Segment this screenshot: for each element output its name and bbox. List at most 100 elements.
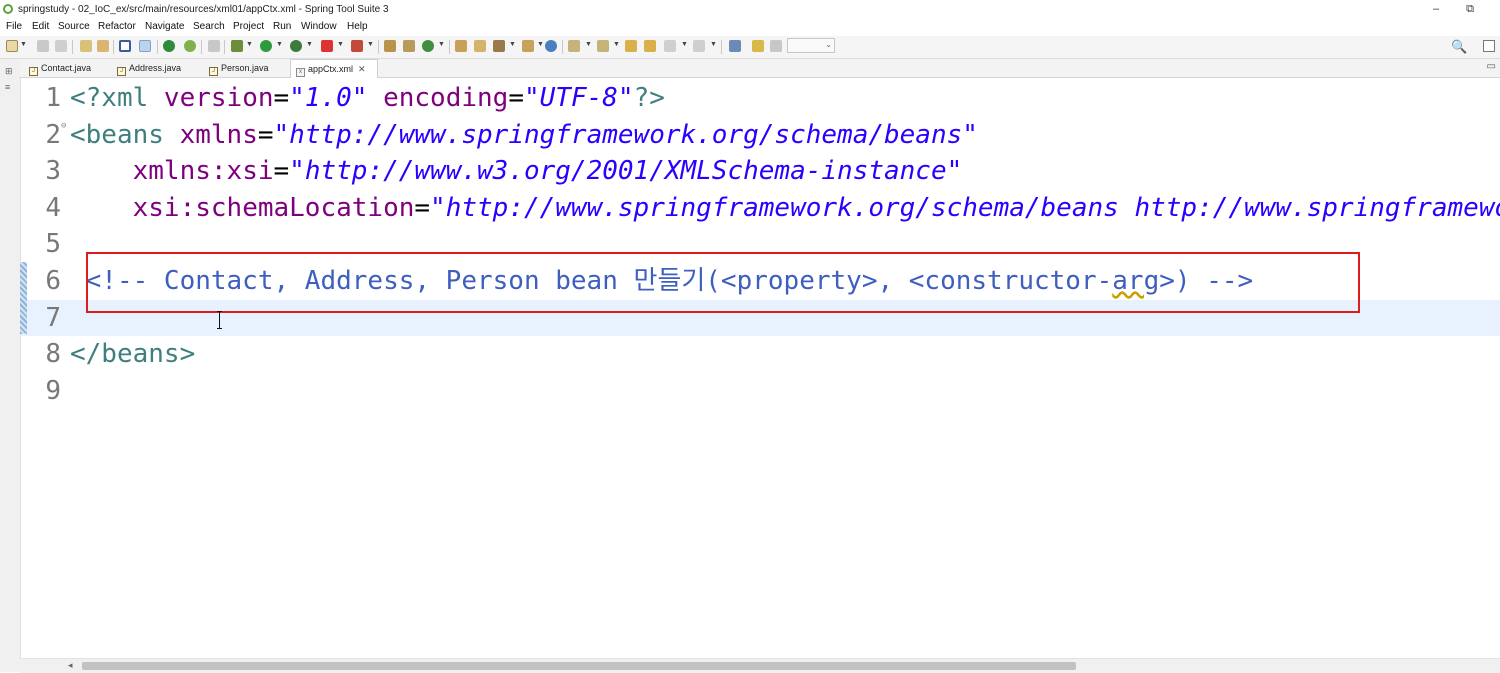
search-tool-icon[interactable] [493, 40, 505, 52]
chevron-down-icon[interactable]: ▼ [438, 41, 445, 48]
line-code: xmlns:xsi="http://www.w3.org/2001/XMLSch… [70, 153, 963, 189]
new-icon[interactable] [6, 40, 18, 52]
scroll-left-icon[interactable]: ◂ [68, 660, 73, 671]
java-file-icon: J [117, 67, 126, 76]
toolbar-separator [72, 40, 73, 54]
code-token: "http://www.w3.org/2001/XMLSchema-instan… [289, 156, 963, 186]
pin-icon[interactable] [752, 40, 764, 52]
new-class-icon[interactable] [422, 40, 434, 52]
menu-navigate[interactable]: Navigate [145, 21, 184, 32]
prev-annotation-icon[interactable] [597, 40, 609, 52]
last-edit-location-icon[interactable] [625, 40, 637, 52]
xml-editor[interactable]: 1 <?xml version="1.0" encoding="UTF-8"?> 2… [21, 78, 1500, 658]
title-bar: springstudy - 02_IoC_ex/src/main/resourc… [0, 0, 1500, 19]
code-line[interactable]: 4 xsi:schemaLocation="http://www.springf… [21, 190, 1500, 226]
chevron-down-icon[interactable]: ▼ [20, 41, 27, 48]
red-highlight-annotation [86, 252, 1360, 313]
close-icon[interactable]: ✕ [358, 60, 366, 78]
code-line[interactable]: 2 ⊖ <beans xmlns="http://www.springframewo… [21, 117, 1500, 153]
globe-icon[interactable] [545, 40, 557, 52]
view-menu-icon[interactable]: ▭ [1487, 61, 1496, 72]
run-icon[interactable] [260, 40, 272, 52]
open-type-icon[interactable] [455, 40, 467, 52]
chevron-down-icon[interactable]: ▼ [681, 41, 688, 48]
properties-icon[interactable] [97, 40, 109, 52]
code-token: xmlns:xsi [132, 156, 274, 186]
code-line[interactable]: 3 xmlns:xsi="http://www.w3.org/2001/XMLS… [21, 153, 1500, 189]
chevron-down-icon[interactable]: ▼ [367, 41, 374, 48]
menu-source[interactable]: Source [58, 21, 90, 32]
forward-icon[interactable] [693, 40, 705, 52]
line-code: <beans xmlns="http://www.springframework… [70, 117, 978, 153]
restore-button[interactable]: ⧉ [1452, 0, 1488, 19]
chevron-down-icon[interactable]: ▼ [306, 41, 313, 48]
chevron-down-icon[interactable]: ▼ [585, 41, 592, 48]
toggle-breadcrumb-icon[interactable] [119, 40, 131, 52]
menu-window[interactable]: Window [301, 21, 337, 32]
menu-project[interactable]: Project [233, 21, 264, 32]
open-task-icon[interactable] [474, 40, 486, 52]
line-number: 1 [45, 83, 61, 113]
code-line[interactable]: 1 <?xml version="1.0" encoding="UTF-8"?> [21, 80, 1500, 116]
last-edit-icon[interactable] [208, 40, 220, 52]
main-toolbar: ▼ ▼ ▼ ▼ ▼ ▼ ▼ ▼ ▼ ▼ ▼ ▼ ▼ ⌄ 🔍 [0, 36, 1500, 59]
save-icon[interactable] [37, 40, 49, 52]
perspective-icon[interactable] [1483, 40, 1495, 52]
chevron-down-icon[interactable]: ▼ [509, 41, 516, 48]
grid-icon[interactable] [770, 40, 782, 52]
forward-edit-icon[interactable] [644, 40, 656, 52]
line-number: 6 [45, 266, 61, 296]
outline-icon[interactable]: ≡ [5, 83, 14, 92]
new-java-project-icon[interactable] [384, 40, 396, 52]
external-tools-icon[interactable] [351, 40, 363, 52]
search-icon[interactable]: 🔍 [1451, 39, 1467, 55]
code-token: = [508, 83, 524, 113]
tab-label: appCtx.xml [308, 64, 354, 74]
toolbar-separator [224, 40, 225, 54]
save-all-icon[interactable] [55, 40, 67, 52]
menu-help[interactable]: Help [347, 21, 368, 32]
back-icon[interactable] [664, 40, 676, 52]
chevron-down-icon[interactable]: ▼ [337, 41, 344, 48]
java-file-icon: J [29, 67, 38, 76]
chevron-down-icon[interactable]: ▼ [246, 41, 253, 48]
stop-icon[interactable] [321, 40, 333, 52]
tab-appctx-xml[interactable]: x appCtx.xml ✕ [290, 59, 378, 78]
skip-breakpoints-icon[interactable] [163, 40, 175, 52]
fold-toggle-icon[interactable]: ⊖ [61, 119, 66, 133]
chevron-down-icon[interactable]: ▼ [613, 41, 620, 48]
chevron-down-icon[interactable]: ▼ [276, 41, 283, 48]
tab-address-java[interactable]: J Address.java [112, 59, 202, 77]
new-package-icon[interactable] [403, 40, 415, 52]
package-explorer-icon[interactable]: ⊞ [5, 67, 14, 76]
chevron-down-icon[interactable]: ▼ [537, 41, 544, 48]
horizontal-scrollbar[interactable]: ◂ [20, 658, 1500, 673]
menu-refactor[interactable]: Refactor [98, 21, 136, 32]
next-annotation-icon[interactable] [568, 40, 580, 52]
debug-icon[interactable] [231, 40, 243, 52]
left-trim-stack: ⊞ ≡ [0, 59, 21, 672]
menu-edit[interactable]: Edit [32, 21, 49, 32]
editor-tab-bar: J Contact.java J Address.java J Person.java… [20, 59, 1500, 78]
code-token: <beans [70, 120, 180, 150]
print-icon[interactable] [80, 40, 92, 52]
menu-run[interactable]: Run [273, 21, 291, 32]
chevron-down-icon[interactable]: ▼ [710, 41, 717, 48]
coverage-icon[interactable] [290, 40, 302, 52]
tab-contact-java[interactable]: J Contact.java [24, 59, 110, 77]
code-token: </beans> [70, 339, 196, 369]
code-token: = [414, 193, 431, 223]
new-window-icon[interactable] [729, 40, 741, 52]
menu-search[interactable]: Search [193, 21, 225, 32]
scrollbar-thumb[interactable] [82, 662, 1076, 670]
mark-occurrences-icon[interactable] [139, 40, 151, 52]
menu-file[interactable]: File [6, 21, 22, 32]
code-line[interactable]: 8 </beans> [21, 336, 1500, 372]
code-line[interactable]: 9 [21, 373, 1500, 409]
tab-person-java[interactable]: J Person.java [204, 59, 290, 77]
spring-icon[interactable] [184, 40, 196, 52]
open-perspective-icon[interactable] [522, 40, 534, 52]
minimize-button[interactable]: – [1418, 0, 1454, 19]
toolbar-combo[interactable]: ⌄ [787, 38, 835, 53]
